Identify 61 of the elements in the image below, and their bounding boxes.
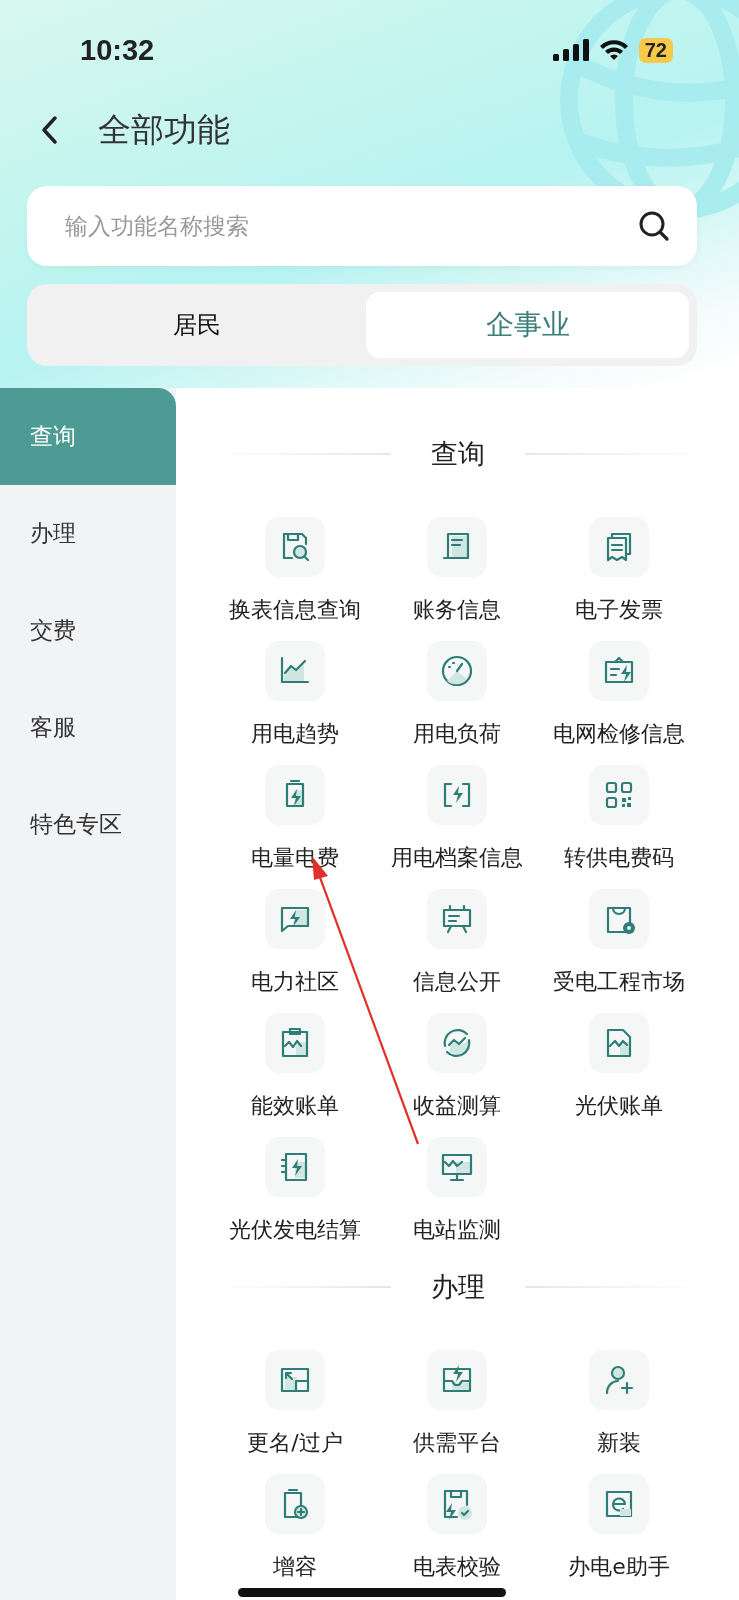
function-tile[interactable]: [427, 889, 487, 949]
function-tile[interactable]: [589, 1474, 649, 1534]
wifi-icon: [598, 39, 629, 61]
segment-tab[interactable]: 居民: [35, 292, 358, 358]
function-tile[interactable]: [589, 517, 649, 577]
function-label[interactable]: 新装: [597, 1428, 641, 1458]
function-tile[interactable]: [427, 765, 487, 825]
function-label[interactable]: 换表信息查询: [229, 595, 361, 625]
status-time: 10:32: [80, 33, 155, 67]
function-label[interactable]: 更名/过户: [247, 1428, 343, 1458]
sidebar-item[interactable]: 特色专区: [0, 776, 176, 873]
function-tile[interactable]: [589, 1350, 649, 1410]
function-tile[interactable]: [265, 1137, 325, 1197]
search-icon[interactable]: [637, 209, 671, 243]
function-label[interactable]: 电站监测: [413, 1215, 501, 1245]
function-tile[interactable]: [265, 641, 325, 701]
sidebar-item[interactable]: 交费: [0, 582, 176, 679]
function-tile[interactable]: [265, 517, 325, 577]
function-label[interactable]: 用电档案信息: [391, 843, 523, 873]
sidebar-item[interactable]: 客服: [0, 679, 176, 776]
section-title: 办理: [430, 1270, 485, 1304]
function-label[interactable]: 转供电费码: [564, 843, 674, 873]
function-tile[interactable]: [427, 1474, 487, 1534]
function-tile[interactable]: [265, 889, 325, 949]
function-tile[interactable]: [265, 1350, 325, 1410]
function-label[interactable]: 收益测算: [413, 1091, 501, 1121]
function-label[interactable]: 信息公开: [413, 967, 501, 997]
function-tile[interactable]: [427, 517, 487, 577]
page-title: 全部功能: [98, 108, 230, 151]
function-label[interactable]: 用电负荷: [413, 719, 501, 749]
function-label[interactable]: 供需平台: [413, 1428, 501, 1458]
battery-indicator: 72: [638, 37, 673, 63]
function-tile[interactable]: [589, 889, 649, 949]
function-tile[interactable]: [427, 1013, 487, 1073]
function-label[interactable]: 增容: [273, 1552, 317, 1582]
function-tile[interactable]: [265, 1474, 325, 1534]
function-tile[interactable]: [427, 1350, 487, 1410]
function-tile[interactable]: [589, 1013, 649, 1073]
function-label[interactable]: 用电趋势: [251, 719, 339, 749]
search-field[interactable]: 输入功能名称搜索: [27, 186, 697, 266]
signal-icon: [552, 39, 589, 61]
sidebar-item[interactable]: 办理: [0, 485, 176, 582]
function-label[interactable]: 受电工程市场: [553, 967, 685, 997]
function-label[interactable]: 电力社区: [251, 967, 339, 997]
function-tile[interactable]: [589, 641, 649, 701]
function-label[interactable]: 光伏账单: [575, 1091, 663, 1121]
function-label[interactable]: 电网检修信息: [553, 719, 685, 749]
function-label[interactable]: 电表校验: [413, 1552, 501, 1582]
function-tile[interactable]: [265, 1013, 325, 1073]
function-tile[interactable]: [265, 765, 325, 825]
function-tile[interactable]: [427, 1137, 487, 1197]
function-tile[interactable]: [589, 765, 649, 825]
function-label[interactable]: 电子发票: [575, 595, 663, 625]
segment-tab[interactable]: 企事业: [366, 292, 689, 358]
function-tile[interactable]: [427, 641, 487, 701]
function-label[interactable]: 办电e助手: [568, 1552, 670, 1582]
function-label[interactable]: 光伏发电结算: [229, 1215, 361, 1245]
section-title: 查询: [430, 437, 485, 471]
function-label[interactable]: 能效账单: [251, 1091, 339, 1121]
function-label[interactable]: 账务信息: [413, 595, 501, 625]
back-icon[interactable]: [40, 115, 58, 145]
